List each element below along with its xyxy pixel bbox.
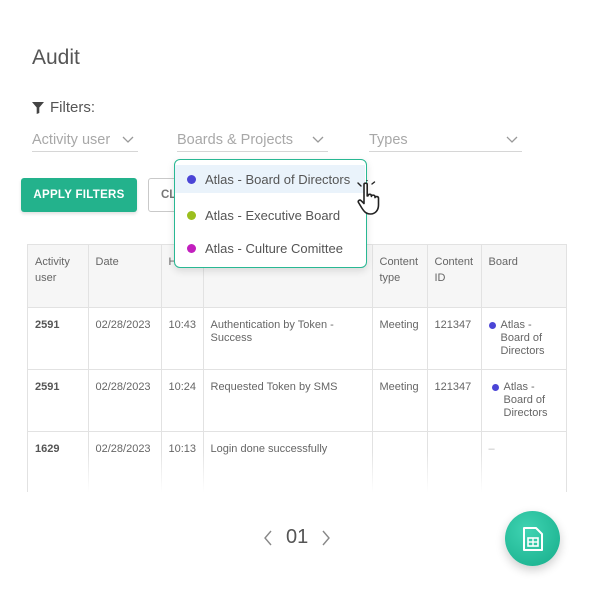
board-color-dot bbox=[187, 210, 196, 220]
table-fade-overlay bbox=[28, 452, 566, 492]
current-page-number: 01 bbox=[286, 526, 309, 548]
board-color-dot bbox=[187, 174, 196, 184]
audit-table: Activity user Date H Content type Conten… bbox=[27, 244, 567, 492]
table-row[interactable]: 2591 02/28/2023 10:43 Authentication by … bbox=[28, 307, 566, 370]
header-board[interactable]: Board bbox=[481, 245, 566, 308]
cell-user: 2591 bbox=[28, 307, 89, 370]
boards-projects-select[interactable]: Boards & Projects bbox=[177, 128, 328, 152]
activity-user-placeholder: Activity user bbox=[32, 131, 111, 148]
cell-content-type: Meeting bbox=[372, 307, 428, 370]
boards-dropdown-menu: Atlas - Board of Directors Atlas - Execu… bbox=[174, 159, 367, 268]
page-title: Audit bbox=[32, 46, 80, 69]
cell-hour: 10:43 bbox=[161, 307, 204, 370]
cell-content-type: Meeting bbox=[372, 369, 428, 432]
board-color-dot bbox=[488, 321, 496, 329]
header-content-type[interactable]: Content type bbox=[372, 245, 428, 308]
chevron-down-icon bbox=[122, 136, 134, 143]
cell-activity: Authentication by Token - Success bbox=[203, 307, 373, 370]
header-activity-user[interactable]: Activity user bbox=[28, 245, 89, 308]
activity-user-select[interactable]: Activity user bbox=[32, 128, 138, 152]
dropdown-item-culture-comittee[interactable]: Atlas - Culture Comittee bbox=[175, 234, 365, 262]
dropdown-item-label: Atlas - Board of Directors bbox=[205, 171, 351, 187]
export-fab-button[interactable] bbox=[505, 511, 560, 566]
apply-filters-button[interactable]: APPLY FILTERS bbox=[21, 178, 137, 212]
cell-date: 02/28/2023 bbox=[88, 307, 162, 370]
chevron-right-icon[interactable] bbox=[320, 529, 332, 547]
dropdown-item-label: Atlas - Executive Board bbox=[205, 207, 341, 223]
filters-label-text: Filters: bbox=[50, 99, 95, 116]
pagination: 01 bbox=[262, 526, 332, 549]
export-sheet-icon bbox=[522, 526, 543, 551]
cell-board: Atlas - Board of Directors bbox=[481, 369, 566, 432]
cell-user: 2591 bbox=[28, 369, 89, 432]
cell-activity: Requested Token by SMS bbox=[203, 369, 373, 432]
filter-funnel-icon bbox=[32, 101, 44, 114]
table-row[interactable]: 2591 02/28/2023 10:24 Requested Token by… bbox=[28, 369, 566, 432]
chevron-left-icon[interactable] bbox=[262, 529, 274, 547]
board-name: Atlas - Board of Directors bbox=[503, 380, 548, 419]
dropdown-item-executive-board[interactable]: Atlas - Executive Board bbox=[175, 201, 365, 229]
types-select[interactable]: Types bbox=[369, 128, 522, 152]
types-placeholder: Types bbox=[369, 131, 408, 148]
chevron-down-icon bbox=[506, 136, 518, 143]
boards-projects-placeholder: Boards & Projects bbox=[177, 131, 294, 148]
hand-pointer-icon bbox=[357, 180, 380, 215]
header-content-id[interactable]: Content ID bbox=[427, 245, 482, 308]
cell-hour: 10:24 bbox=[161, 369, 204, 432]
cell-date: 02/28/2023 bbox=[88, 369, 162, 432]
filters-label: Filters: bbox=[32, 99, 95, 116]
dropdown-item-label: Atlas - Culture Comittee bbox=[205, 240, 343, 256]
board-name: Atlas - Board of Directors bbox=[500, 318, 545, 357]
chevron-down-icon bbox=[312, 136, 324, 143]
board-color-dot bbox=[491, 383, 499, 391]
dropdown-item-board-of-directors[interactable]: Atlas - Board of Directors bbox=[175, 165, 365, 193]
cell-content-id: 121347 bbox=[427, 307, 482, 370]
header-date[interactable]: Date bbox=[88, 245, 162, 308]
board-color-dot bbox=[187, 243, 196, 253]
cell-board: Atlas - Board of Directors bbox=[481, 307, 566, 370]
cell-content-id: 121347 bbox=[427, 369, 482, 432]
